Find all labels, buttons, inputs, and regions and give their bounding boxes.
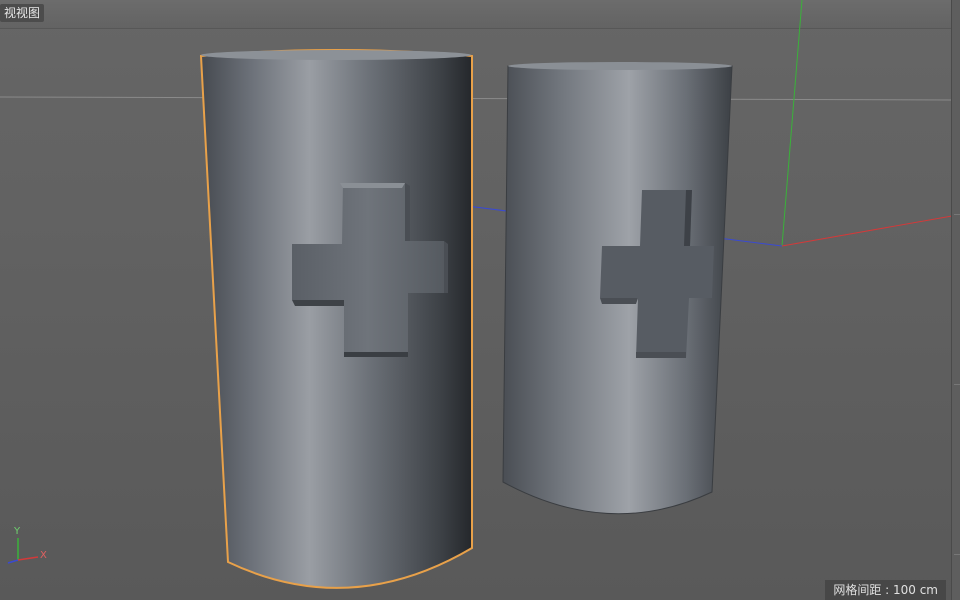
axis-gizmo: [7, 538, 39, 564]
world-axis-x: [781, 215, 952, 247]
grid-spacing-readout: 网格间距 : 100 cm: [825, 580, 946, 600]
3d-viewport[interactable]: 视视图 Y X 网格间距: 100 cm: [0, 0, 960, 600]
cylinder-left-selected[interactable]: [199, 49, 473, 589]
cylinder-right[interactable]: [502, 62, 733, 515]
viewport-right-edge: [951, 0, 960, 600]
world-axis-y: [781, 0, 803, 247]
horizon-line: [0, 96, 952, 101]
gizmo-y-label: Y: [14, 526, 21, 537]
gizmo-x-label: X: [40, 550, 47, 561]
scene-canvas[interactable]: [0, 0, 952, 600]
